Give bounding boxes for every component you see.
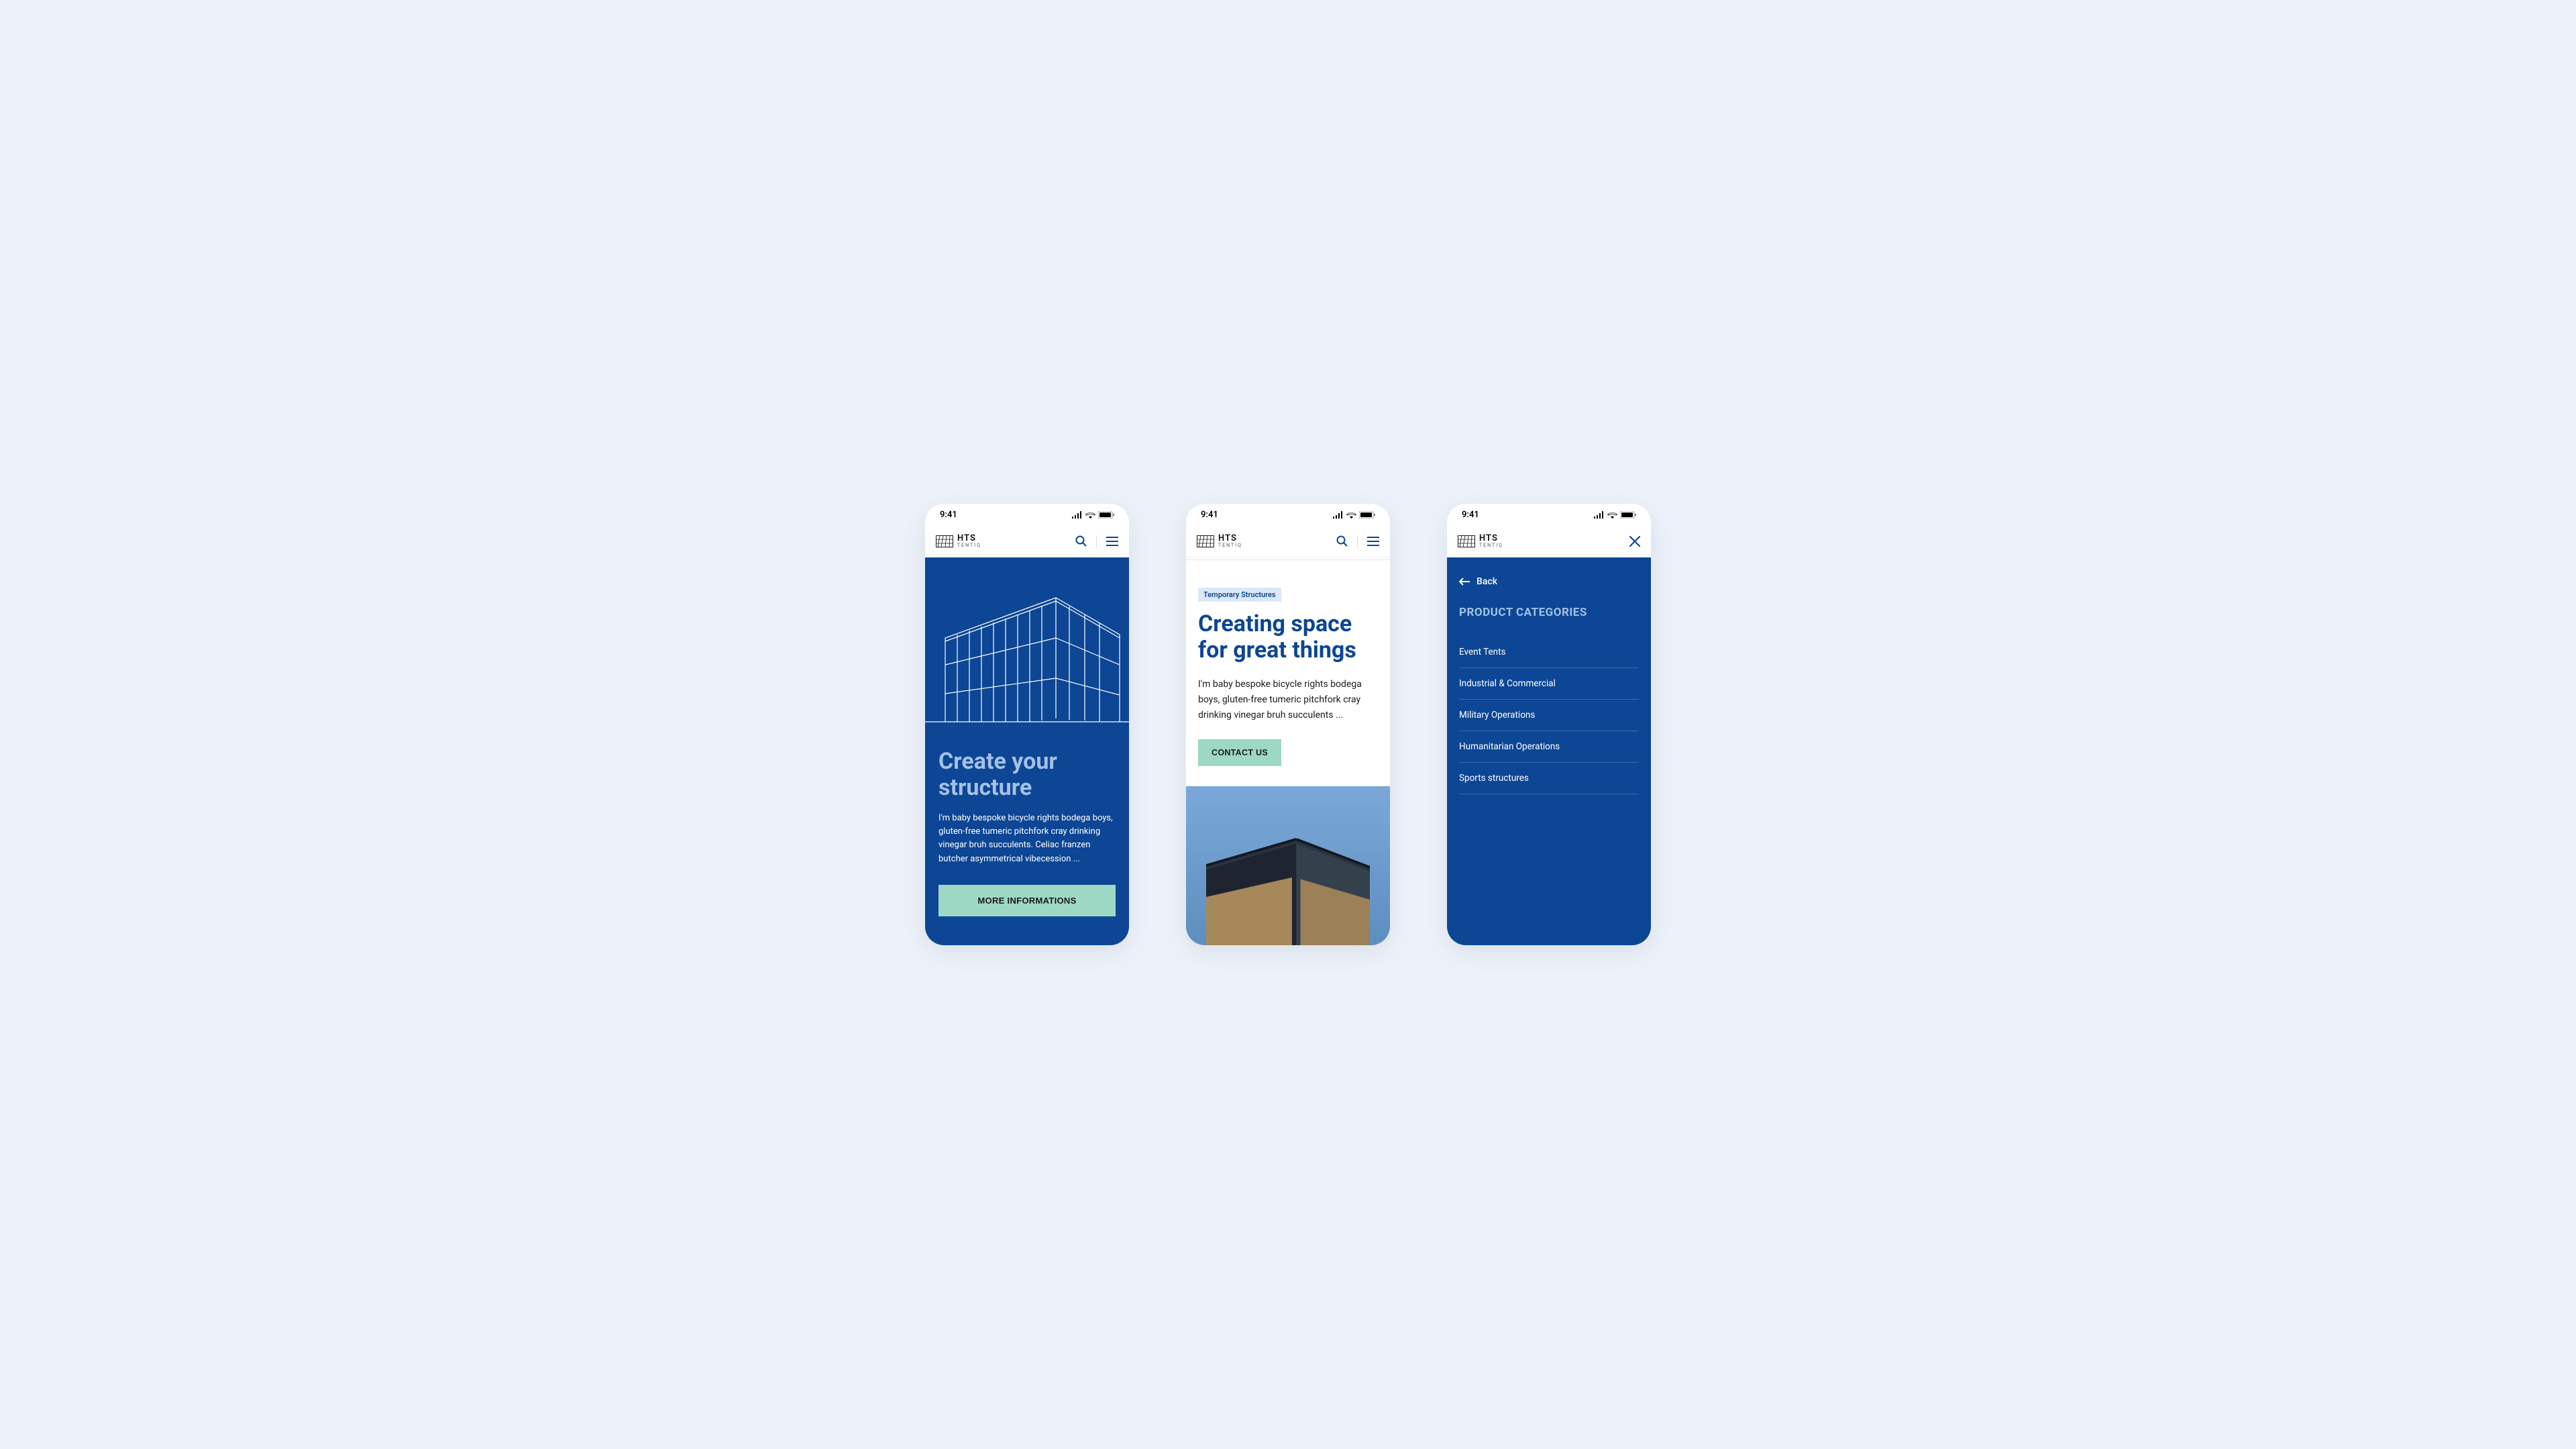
- header-actions: [1629, 536, 1640, 547]
- battery-icon: [1620, 511, 1636, 519]
- menu-icon[interactable]: [1367, 537, 1379, 546]
- logo[interactable]: HTS TENTIQ: [1197, 534, 1242, 548]
- article-lead: I'm baby bespoke bicycle rights bodega b…: [1198, 677, 1378, 723]
- phone-article: 9:41 HTS TENTIQ: [1186, 504, 1390, 945]
- divider: [1096, 535, 1097, 547]
- logo-main: HTS: [957, 534, 981, 543]
- status-bar: 9:41: [1186, 504, 1390, 525]
- building-illustration: [925, 568, 1129, 735]
- logo-main: HTS: [1479, 534, 1503, 543]
- phone-menu: 9:41 HTS TENTIQ: [1447, 504, 1651, 945]
- status-bar: 9:41: [1447, 504, 1651, 525]
- header-actions: [1336, 535, 1379, 547]
- article-title: Creating space for great things: [1198, 611, 1378, 663]
- header-actions: [1075, 535, 1118, 547]
- menu-list: Event Tents Industrial & Commercial Mili…: [1459, 637, 1639, 794]
- battery-icon: [1359, 511, 1375, 519]
- logo-icon: [936, 535, 953, 547]
- menu-item-military[interactable]: Military Operations: [1459, 700, 1639, 731]
- contact-button[interactable]: CONTACT US: [1198, 739, 1281, 766]
- more-info-button[interactable]: MORE INFORMATIONS: [938, 885, 1116, 916]
- menu-item-industrial[interactable]: Industrial & Commercial: [1459, 668, 1639, 700]
- hero-content: Create your structure I'm baby bespoke b…: [925, 557, 1129, 945]
- logo-text: HTS TENTIQ: [1218, 534, 1242, 548]
- signal-icon: [1332, 511, 1344, 519]
- menu-item-sports[interactable]: Sports structures: [1459, 763, 1639, 794]
- back-label: Back: [1477, 576, 1497, 587]
- status-icons: [1593, 511, 1636, 519]
- wifi-icon: [1346, 511, 1356, 519]
- phones-container: 9:41 HTS TENTIQ: [925, 504, 1651, 945]
- arrow-left-icon: [1459, 578, 1470, 586]
- logo-sub: TENTIQ: [1479, 543, 1503, 548]
- logo-icon: [1458, 535, 1475, 547]
- article-tag[interactable]: Temporary Structures: [1198, 588, 1281, 602]
- signal-icon: [1593, 511, 1605, 519]
- search-icon[interactable]: [1336, 535, 1348, 547]
- menu-title: PRODUCT CATEGORIES: [1459, 606, 1639, 619]
- status-icons: [1332, 511, 1375, 519]
- menu-icon[interactable]: [1106, 537, 1118, 546]
- logo-sub: TENTIQ: [1218, 543, 1242, 548]
- status-time: 9:41: [1201, 510, 1218, 520]
- wifi-icon: [1085, 511, 1095, 519]
- menu-item-humanitarian[interactable]: Humanitarian Operations: [1459, 731, 1639, 763]
- status-bar: 9:41: [925, 504, 1129, 525]
- hero-title: Create your structure: [938, 749, 1116, 801]
- hero-body: I'm baby bespoke bicycle rights bodega b…: [938, 812, 1116, 866]
- app-header: HTS TENTIQ: [925, 525, 1129, 557]
- article-image: [1186, 786, 1390, 945]
- menu-item-event-tents[interactable]: Event Tents: [1459, 637, 1639, 668]
- article-body: Temporary Structures Creating space for …: [1186, 559, 1390, 786]
- status-time: 9:41: [1462, 510, 1479, 520]
- logo-text: HTS TENTIQ: [957, 534, 981, 548]
- app-header: HTS TENTIQ: [1186, 525, 1390, 557]
- logo-text: HTS TENTIQ: [1479, 534, 1503, 548]
- signal-icon: [1071, 511, 1083, 519]
- app-header: HTS TENTIQ: [1447, 525, 1651, 557]
- close-icon[interactable]: [1629, 536, 1640, 547]
- logo[interactable]: HTS TENTIQ: [936, 534, 981, 548]
- divider: [1357, 535, 1358, 547]
- logo-sub: TENTIQ: [957, 543, 981, 548]
- status-time: 9:41: [940, 510, 957, 520]
- battery-icon: [1098, 511, 1114, 519]
- logo-icon: [1197, 535, 1214, 547]
- logo-main: HTS: [1218, 534, 1242, 543]
- search-icon[interactable]: [1075, 535, 1087, 547]
- wifi-icon: [1607, 511, 1617, 519]
- phone-hero: 9:41 HTS TENTIQ: [925, 504, 1129, 945]
- article-content: Temporary Structures Creating space for …: [1186, 557, 1390, 945]
- menu-content: Back PRODUCT CATEGORIES Event Tents Indu…: [1447, 557, 1651, 945]
- status-icons: [1071, 511, 1114, 519]
- back-button[interactable]: Back: [1459, 576, 1639, 587]
- logo[interactable]: HTS TENTIQ: [1458, 534, 1503, 548]
